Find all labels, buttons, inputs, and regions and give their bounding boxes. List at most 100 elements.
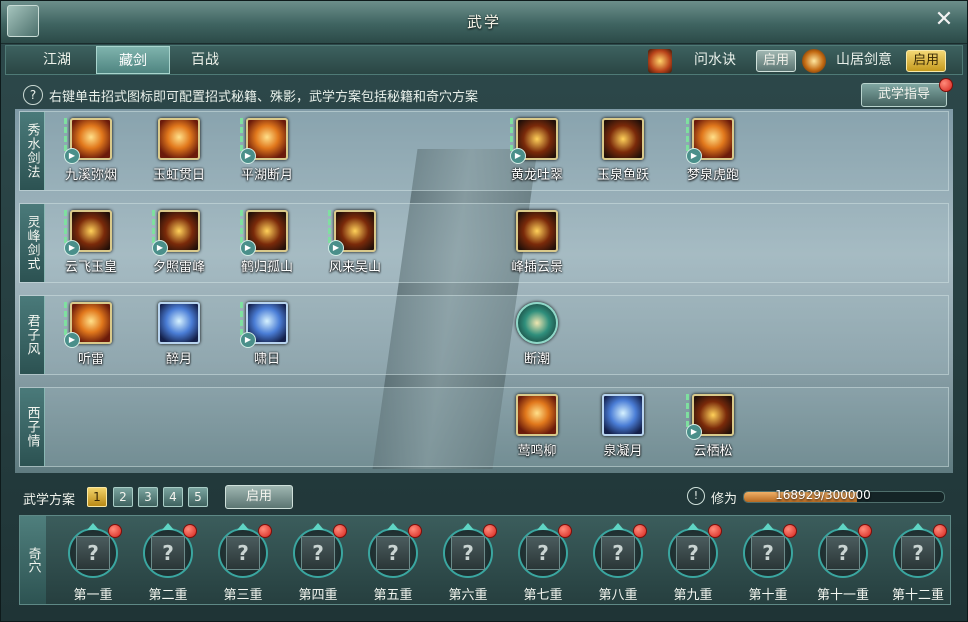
- play-icon[interactable]: ▶: [510, 148, 526, 164]
- wenshui-enable-button[interactable]: 启用: [756, 50, 796, 72]
- play-icon[interactable]: ▶: [64, 240, 80, 256]
- guide-button[interactable]: 武学指导: [861, 83, 947, 107]
- skill-yingmingliu[interactable]: 莺鸣柳: [496, 388, 576, 464]
- plan-2-button[interactable]: 2: [113, 487, 133, 507]
- skill-jiuximiyan[interactable]: ▶ 九溪弥烟: [50, 112, 130, 188]
- play-icon[interactable]: ▶: [240, 148, 256, 164]
- meridian-slot[interactable]: ? 第九重: [656, 522, 730, 603]
- play-icon[interactable]: ▶: [240, 332, 256, 348]
- meridian-slot[interactable]: ? 第四重: [281, 522, 355, 603]
- play-icon[interactable]: ▶: [64, 148, 80, 164]
- unknown-icon: ?: [76, 536, 110, 570]
- skill-name: 风来吴山: [328, 260, 381, 275]
- triangle-up-icon: [537, 523, 549, 530]
- shanju-enable-button[interactable]: 启用: [906, 50, 946, 72]
- meridian-slot[interactable]: ? 第十重: [731, 522, 805, 603]
- play-icon[interactable]: ▶: [240, 240, 256, 256]
- tab-cangjian[interactable]: 藏剑: [96, 46, 170, 74]
- shanju-mode-label: 山居剑意: [836, 52, 892, 68]
- skill-name: 泉凝月: [603, 444, 643, 459]
- meridian-slot[interactable]: ? 第十一重: [806, 522, 880, 603]
- skill-mengquanhupao[interactable]: ▶ 梦泉虎跑: [672, 112, 752, 188]
- triangle-up-icon: [462, 523, 474, 530]
- triangle-up-icon: [87, 523, 99, 530]
- plan-1-button[interactable]: 1: [87, 487, 107, 507]
- plan-4-button[interactable]: 4: [163, 487, 183, 507]
- skill-zuiyue[interactable]: 醉月: [138, 296, 218, 372]
- skill-name: 莺鸣柳: [517, 444, 557, 459]
- skill-icon: [602, 118, 644, 160]
- meridian-slot[interactable]: ? 第五重: [356, 522, 430, 603]
- skill-name: 云飞玉皇: [64, 260, 117, 275]
- hint-text: 右键单击招式图标即可配置招式秘籍、殊影，武学方案包括秘籍和奇穴方案: [49, 90, 479, 105]
- meridian-panel: 奇穴 ? 第一重? 第二重? 第三重? 第四重? 第五重? 第六重? 第七重? 第八重? 第九重?…: [19, 515, 951, 605]
- play-icon[interactable]: ▶: [328, 240, 344, 256]
- slot-label: 第三重: [223, 588, 263, 603]
- skill-xiaori[interactable]: ▶ 啸日: [226, 296, 306, 372]
- notification-dot-icon: [558, 524, 572, 538]
- play-icon[interactable]: ▶: [152, 240, 168, 256]
- skill-duanchao[interactable]: 断潮: [496, 296, 576, 372]
- plan-apply-button[interactable]: 启用: [225, 485, 293, 509]
- skill-xizhaoleifeng[interactable]: ▶ 夕照雷峰: [138, 204, 218, 280]
- question-icon[interactable]: ?: [23, 85, 43, 105]
- skill-name: 玉虹贯日: [152, 168, 205, 183]
- meridian-slot[interactable]: ? 第八重: [581, 522, 655, 603]
- skill-yunqisong[interactable]: ▶ 云栖松: [672, 388, 752, 464]
- skill-fengchayunjing[interactable]: 峰插云景: [496, 204, 576, 280]
- skill-yuhongguanri[interactable]: 玉虹贯日: [138, 112, 218, 188]
- skill-name: 九溪弥烟: [64, 168, 117, 183]
- skill-fenglaiwushan[interactable]: ▶ 风来吴山: [314, 204, 394, 280]
- meridian-slot[interactable]: ? 第一重: [56, 522, 130, 603]
- skill-yuquanyuyue[interactable]: 玉泉鱼跃: [582, 112, 662, 188]
- triangle-up-icon: [237, 523, 249, 530]
- skill-quanningyue[interactable]: 泉凝月: [582, 388, 662, 464]
- skill-tinglei[interactable]: ▶ 听雷: [50, 296, 130, 372]
- notification-dot-icon: [858, 524, 872, 538]
- exclamation-icon[interactable]: !: [687, 487, 705, 505]
- title-bar[interactable]: 武学 ✕: [1, 1, 967, 44]
- meridian-slot[interactable]: ? 第二重: [131, 522, 205, 603]
- play-icon[interactable]: ▶: [686, 148, 702, 164]
- row-label: 秀水剑法: [20, 112, 45, 190]
- meridian-slot[interactable]: ? 第七重: [506, 522, 580, 603]
- meridian-slot[interactable]: ? 第三重: [206, 522, 280, 603]
- skill-heguigushan[interactable]: ▶ 鹤归孤山: [226, 204, 306, 280]
- slot-label: 第二重: [148, 588, 188, 603]
- notification-dot-icon: [333, 524, 347, 538]
- skill-name: 黄龙吐翠: [510, 168, 563, 183]
- tab-jianghu[interactable]: 江湖: [20, 46, 94, 74]
- slot-label: 第六重: [448, 588, 488, 603]
- plan-5-button[interactable]: 5: [188, 487, 208, 507]
- meridian-slot[interactable]: ? 第六重: [431, 522, 505, 603]
- skill-row-lingfeng: 灵峰剑式 ▶ 云飞玉皇 ▶ 夕照雷峰 ▶ 鹤归孤山 ▶ 风来吴山 峰插云景: [19, 203, 949, 283]
- shanju-mode-icon: [802, 49, 826, 73]
- play-icon[interactable]: ▶: [64, 332, 80, 348]
- xiuwei-label: 修为: [711, 492, 738, 507]
- tab-baizhan[interactable]: 百战: [168, 46, 242, 74]
- skill-huanglongtucui[interactable]: ▶ 黄龙吐翠: [496, 112, 576, 188]
- unknown-icon: ?: [301, 536, 335, 570]
- close-icon[interactable]: ✕: [931, 7, 957, 33]
- skill-icon: [516, 210, 558, 252]
- skill-name: 断潮: [523, 352, 550, 367]
- skill-name: 醉月: [165, 352, 192, 367]
- skill-icon: [516, 394, 558, 436]
- unknown-icon: ?: [751, 536, 785, 570]
- wenshui-mode-icon: [648, 49, 672, 73]
- skill-name: 鹤归孤山: [240, 260, 293, 275]
- hint-row: ? 右键单击招式图标即可配置招式秘籍、殊影，武学方案包括秘籍和奇穴方案 武学指导: [5, 78, 963, 109]
- play-icon[interactable]: ▶: [686, 424, 702, 440]
- notification-dot-icon: [258, 524, 272, 538]
- plan-3-button[interactable]: 3: [138, 487, 158, 507]
- unknown-icon: ?: [526, 536, 560, 570]
- tab-bar: 江湖 藏剑 百战 问水诀 启用 山居剑意 启用: [5, 45, 963, 75]
- skill-icon: [602, 394, 644, 436]
- unknown-icon: ?: [376, 536, 410, 570]
- unknown-icon: ?: [601, 536, 635, 570]
- meridian-slot[interactable]: ? 第十二重: [881, 522, 955, 603]
- skill-pinghuduanyue[interactable]: ▶ 平湖断月: [226, 112, 306, 188]
- skill-yunfeiyuhuang[interactable]: ▶ 云飞玉皇: [50, 204, 130, 280]
- notification-dot-icon: [483, 524, 497, 538]
- xiuwei-value: 168929/300000: [775, 488, 871, 502]
